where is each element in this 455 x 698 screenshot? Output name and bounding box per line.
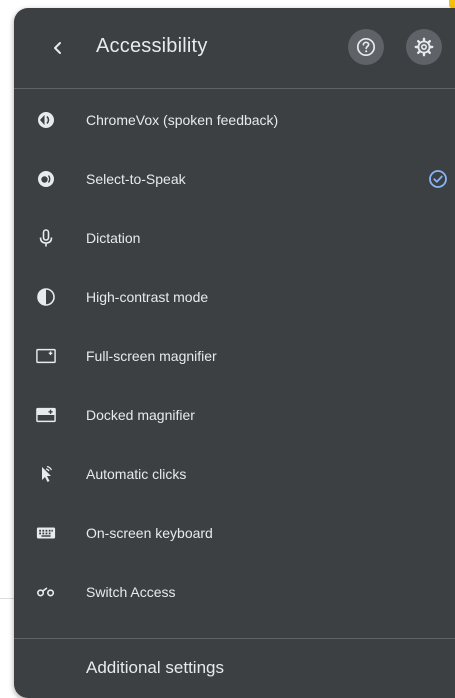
contrast-icon <box>36 287 56 307</box>
gear-icon <box>414 37 434 57</box>
list-item-label: On-screen keyboard <box>86 524 213 541</box>
list-item-label: Select-to-Speak <box>86 170 186 187</box>
panel-footer: Additional settings <box>14 638 455 677</box>
settings-button[interactable] <box>406 29 442 65</box>
panel-header: Accessibility <box>14 8 455 88</box>
select-to-speak-icon <box>36 169 56 189</box>
list-item-chromevox[interactable]: ChromeVox (spoken feedback) <box>14 90 455 149</box>
list-item-switch-access[interactable]: Switch Access <box>14 562 455 621</box>
list-item-label: Automatic clicks <box>86 465 187 482</box>
help-circle-icon <box>356 37 376 57</box>
list-item-label: Switch Access <box>86 583 176 600</box>
back-button[interactable] <box>44 34 72 62</box>
chevron-left-icon <box>54 42 61 54</box>
additional-settings-button[interactable]: Additional settings <box>86 658 224 678</box>
page-title: Accessibility <box>96 35 208 57</box>
list-item-label: Full-screen magnifier <box>86 347 217 364</box>
footer-divider <box>14 638 455 639</box>
accessibility-panel: Accessibility ChromeVox (spoken feedback… <box>14 8 455 698</box>
feature-list: ChromeVox (spoken feedback) Select-to-Sp… <box>14 89 455 621</box>
list-item-label: Dictation <box>86 229 141 246</box>
help-button[interactable] <box>348 29 384 65</box>
automatic-clicks-icon <box>36 464 56 484</box>
fullscreen-magnifier-icon <box>36 346 56 366</box>
keyboard-icon <box>36 523 56 543</box>
list-item-label: Docked magnifier <box>86 406 195 423</box>
switch-access-icon <box>36 582 56 602</box>
list-item-label: High-contrast mode <box>86 288 209 305</box>
docked-magnifier-icon <box>36 405 56 425</box>
list-item-fullscreen-magnifier[interactable]: Full-screen magnifier <box>14 326 455 385</box>
list-item-select-to-speak[interactable]: Select-to-Speak <box>14 149 455 208</box>
list-item-high-contrast[interactable]: High-contrast mode <box>14 267 455 326</box>
background-accent <box>449 0 455 8</box>
microphone-icon <box>36 228 56 248</box>
list-item-dictation[interactable]: Dictation <box>14 208 455 267</box>
list-item-label: ChromeVox (spoken feedback) <box>86 111 279 128</box>
list-item-automatic-clicks[interactable]: Automatic clicks <box>14 444 455 503</box>
list-item-docked-magnifier[interactable]: Docked magnifier <box>14 385 455 444</box>
list-item-onscreen-keyboard[interactable]: On-screen keyboard <box>14 503 455 562</box>
chromevox-icon <box>36 110 56 130</box>
checkmark-icon <box>428 169 448 189</box>
